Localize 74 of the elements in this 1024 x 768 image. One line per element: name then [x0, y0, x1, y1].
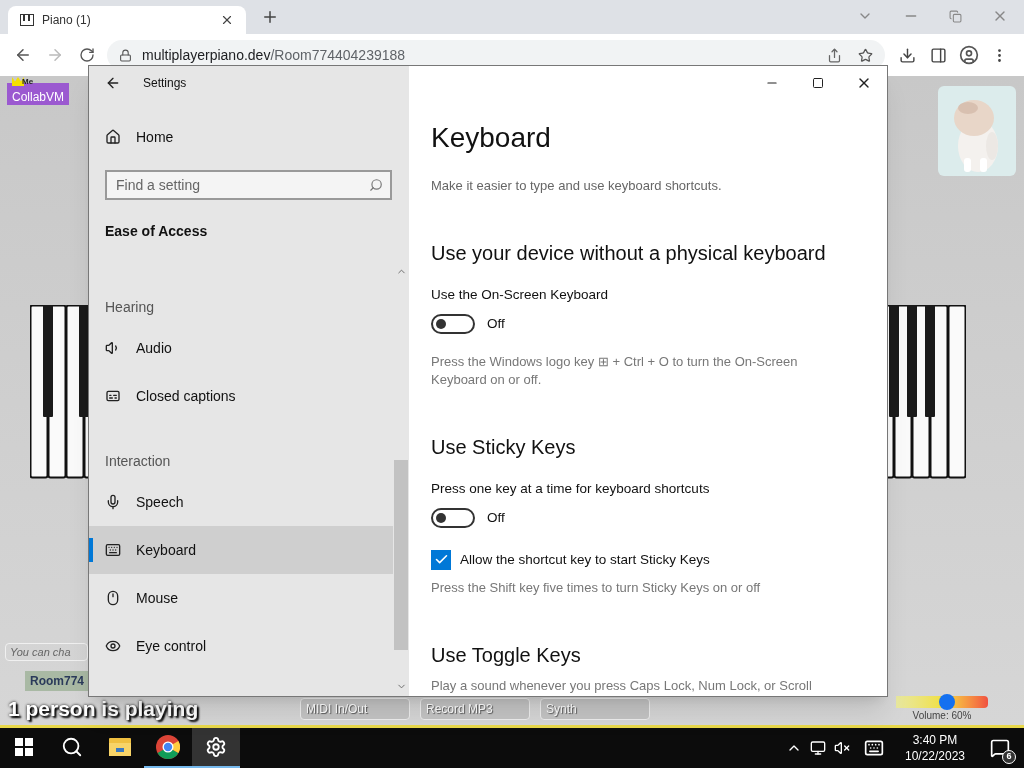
toggle-state: Off — [487, 315, 505, 333]
windows-start-icon — [15, 738, 33, 756]
slider-thumb[interactable] — [938, 693, 955, 710]
search-field[interactable]: Find a setting — [105, 170, 392, 200]
page-subtitle: Make it easier to type and use keyboard shortcuts. — [431, 177, 723, 195]
restore-icon[interactable] — [949, 9, 962, 23]
chat-field[interactable]: You can cha — [5, 643, 88, 661]
nav-item[interactable]: Mouse — [89, 574, 393, 622]
nav-item[interactable]: Eye control — [89, 622, 393, 670]
chrome-icon — [156, 735, 180, 759]
volume-slider[interactable] — [896, 695, 988, 708]
download-icon[interactable] — [899, 46, 916, 64]
new-tab-icon[interactable] — [261, 8, 279, 26]
gear-icon — [205, 736, 227, 758]
star-icon[interactable] — [858, 47, 873, 63]
nav-item[interactable]: Speech — [89, 478, 393, 526]
nav-section-heading: Interaction — [104, 451, 172, 471]
profile-icon[interactable] — [959, 45, 979, 65]
tab-title: Piano (1) — [42, 12, 92, 29]
reload-icon[interactable] — [79, 47, 95, 63]
checkbox-label: Allow the shortcut key to start Sticky Keys — [460, 550, 710, 569]
mouse-icon — [105, 590, 121, 606]
toggle-state: Off — [487, 509, 505, 528]
keyboard-icon — [105, 542, 121, 558]
user-name: CollabVM — [12, 89, 64, 105]
nav-section-heading: Hearing — [104, 297, 156, 317]
home-link[interactable]: Home — [89, 115, 409, 159]
page-title: Keyboard — [431, 121, 552, 155]
players-count: 1 person is playing — [8, 696, 201, 725]
taskbar-button[interactable] — [192, 728, 240, 768]
lock-icon — [119, 48, 132, 62]
setting-description: Play a sound whenever you press Caps Lock, Num Lock, or Scroll — [431, 676, 813, 695]
folder-icon — [109, 738, 131, 756]
checkbox[interactable] — [431, 549, 451, 570]
maximize-icon — [812, 77, 824, 89]
setting-label: Use the On-Screen Keyboard — [431, 286, 610, 304]
eye-icon — [105, 638, 121, 654]
network-icon[interactable] — [810, 740, 826, 756]
captions-icon — [105, 388, 121, 404]
setting-label: Press one key at a time for keyboard shortcuts — [431, 480, 711, 499]
keyboard-icon[interactable] — [864, 738, 884, 758]
clock-time: 3:40 PM — [912, 732, 958, 748]
notification-icon[interactable] — [990, 738, 1010, 758]
piano-icon — [20, 14, 34, 26]
search-icon — [369, 178, 383, 192]
nav-item[interactable]: Closed captions — [89, 372, 393, 420]
section-heading: Use Toggle Keys — [431, 642, 582, 668]
share-icon[interactable] — [827, 47, 842, 63]
section-heading: Use your device without a physical keyboard — [431, 241, 827, 266]
back-icon[interactable] — [105, 75, 121, 91]
clock[interactable]: 3:40 PM 10/22/2023 — [898, 732, 972, 764]
toggle-switch[interactable] — [431, 314, 475, 335]
microphone-icon — [105, 494, 121, 510]
close-icon[interactable] — [220, 13, 234, 27]
nav-item[interactable]: Keyboard — [89, 526, 393, 574]
section-heading: Use Sticky Keys — [431, 435, 577, 461]
setting-description: Press the Windows logo key ⊞ + Ctrl + O to turn the On-Screen Keyboard on or off. — [431, 353, 799, 390]
room-button[interactable]: Room774 — [25, 671, 88, 691]
setting-description: Press the Shift key five times to turn Sticky Keys on or off — [431, 578, 762, 597]
volume-label: Volume: 60% — [912, 708, 972, 723]
muted-speaker-icon[interactable] — [834, 740, 850, 756]
nav-item[interactable]: Audio — [89, 324, 393, 372]
toggle-switch[interactable] — [431, 508, 475, 529]
url-text: multiplayerpiano.dev/Room774404239188 — [142, 45, 407, 65]
side-panel-icon[interactable] — [930, 46, 947, 64]
home-icon — [105, 129, 121, 145]
crown-icon — [12, 77, 24, 86]
window-title: Settings — [143, 75, 187, 92]
browser-tab[interactable]: Piano (1) — [8, 6, 246, 34]
clock-date: 10/22/2023 — [904, 748, 966, 764]
back-icon[interactable] — [14, 46, 32, 64]
search-icon — [61, 736, 83, 758]
category-heading: Ease of Access — [105, 222, 209, 241]
notification-count: 6 — [1002, 750, 1016, 764]
